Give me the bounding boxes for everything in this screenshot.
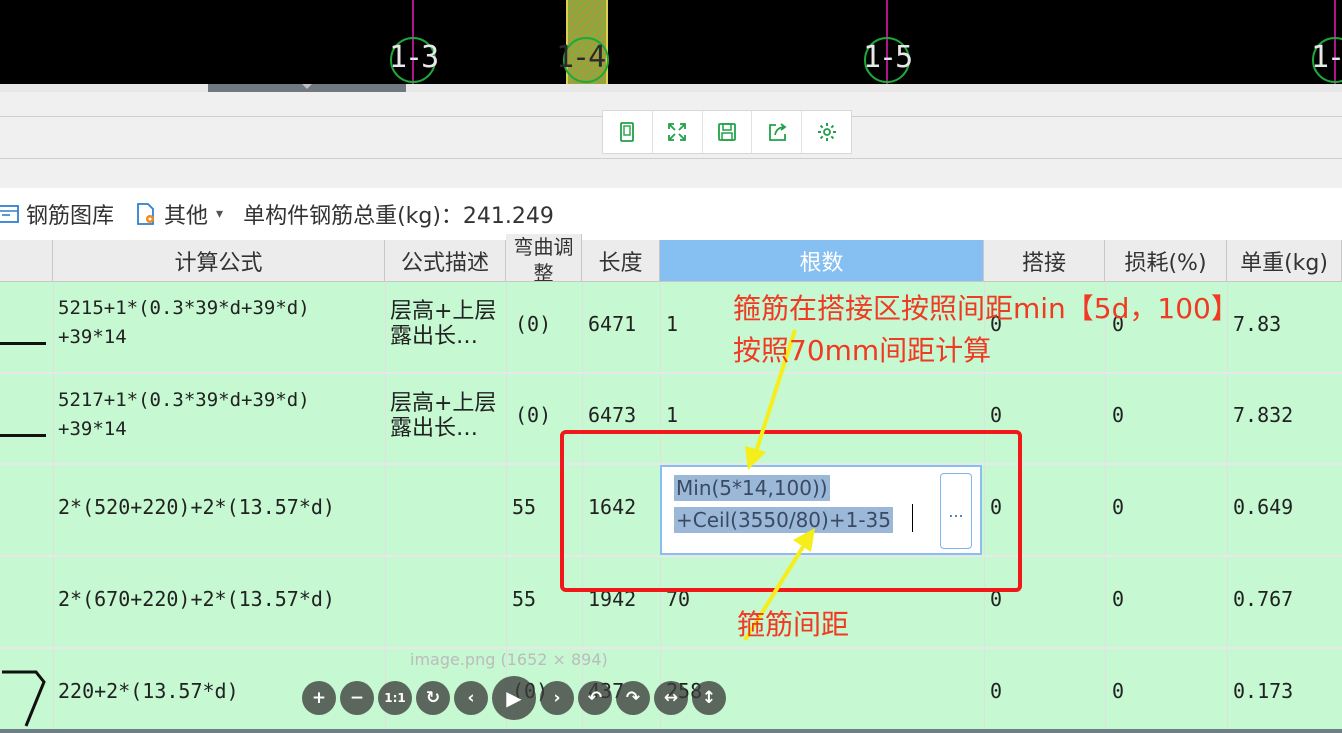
view-toolbar (602, 110, 852, 154)
cad-canvas[interactable]: 1-3 1-4 1-5 1- (0, 0, 1342, 84)
description-line: 露出长… (390, 324, 479, 349)
rebar-shape-hook (2, 670, 46, 727)
next-button[interactable]: › (540, 681, 574, 715)
rebar-library-button[interactable]: 钢筋图库 (0, 198, 114, 230)
column-header-formula[interactable]: 计算公式 (53, 240, 385, 282)
table-cell-count[interactable]: 1 (666, 403, 678, 427)
formula-line: +39*14 (58, 326, 127, 348)
table-cell-bend[interactable]: 55 (512, 495, 536, 519)
column-divider (385, 282, 386, 733)
highlight-box (560, 430, 1022, 592)
description-line: 层高+上层 (390, 391, 497, 416)
table-cell-bend[interactable]: (0) (515, 312, 551, 336)
table-cell-bend[interactable]: 55 (512, 587, 536, 611)
scrollbar-arrow-icon (302, 84, 312, 89)
column-header-description[interactable]: 公式描述 (385, 240, 506, 282)
flip-horizontal-button[interactable]: ↔ (654, 681, 688, 715)
settings-icon (817, 123, 836, 141)
row-divider (0, 372, 1342, 374)
column-header-unit-weight[interactable]: 单重(kg) (1227, 240, 1342, 282)
table-cell-length[interactable]: 6473 (588, 403, 636, 427)
rebar-shape-line (0, 342, 46, 345)
other-menu-button[interactable]: 其他 ▾ (134, 198, 223, 230)
rebar-shape-line (0, 434, 46, 437)
reset-button[interactable]: ↻ (416, 681, 450, 715)
formula-line: +39*14 (58, 418, 127, 440)
zoom-out-button[interactable]: − (340, 681, 374, 715)
fit-page-icon (620, 122, 635, 142)
image-viewer-toolbar: + − 1:1 ↻ ‹ ▶ › ↶ ↷ ↔ ↕ (302, 676, 730, 720)
column-header-count[interactable]: 根数 (660, 240, 984, 282)
image-caption: image.png (1652 × 894) (410, 650, 608, 669)
table-cell-unit-weight[interactable]: 0.173 (1233, 679, 1293, 703)
column-divider (1105, 282, 1106, 733)
axis-label: 1-3 (389, 40, 439, 75)
chevron-down-icon: ▾ (216, 206, 224, 222)
column-header-loss[interactable]: 损耗(%) (1105, 240, 1227, 282)
column-header-blank[interactable] (0, 240, 53, 282)
previous-button[interactable]: ‹ (454, 681, 488, 715)
formula-line: 5215+1*(0.3*39*d+39*d) (58, 297, 310, 319)
fullscreen-button[interactable] (653, 111, 703, 153)
settings-button[interactable] (802, 111, 851, 153)
annotation-text: 按照70mm间距计算 (733, 334, 992, 367)
table-cell-description[interactable]: 层高+上层 露出长… (390, 391, 496, 441)
export-icon (768, 123, 787, 141)
fit-page-button[interactable] (603, 111, 653, 153)
total-weight-text: 单构件钢筋总重(kg)：241.249 (243, 204, 554, 229)
table-cell-description[interactable]: 层高+上层 露出长… (390, 299, 496, 349)
formula-line: 5217+1*(0.3*39*d+39*d) (58, 389, 310, 411)
table-cell-loss[interactable]: 0 (1112, 679, 1124, 703)
save-icon (718, 123, 736, 141)
table-cell-unit-weight[interactable]: 0.649 (1233, 495, 1293, 519)
table-cell-unit-weight[interactable]: 7.83 (1233, 312, 1281, 336)
column-divider (1227, 282, 1228, 733)
axis-label: 1-4 (556, 40, 606, 75)
play-button[interactable]: ▶ (492, 676, 536, 720)
table-cell-loss[interactable]: 0 (1112, 403, 1124, 427)
table-cell-formula[interactable]: 2*(520+220)+2*(13.57*d) (58, 495, 335, 519)
rotate-left-button[interactable]: ↶ (578, 681, 612, 715)
library-icon (0, 205, 19, 223)
export-button[interactable] (752, 111, 803, 153)
save-button[interactable] (703, 111, 753, 153)
table-cell-formula[interactable]: 2*(670+220)+2*(13.57*d) (58, 587, 335, 611)
table-cell-unit-weight[interactable]: 7.832 (1233, 403, 1293, 427)
table-cell-count[interactable]: 1 (666, 312, 678, 336)
horizontal-scrollbar[interactable] (0, 84, 1342, 92)
table-cell-formula[interactable]: 220+2*(13.57*d) (58, 679, 239, 703)
description-line: 露出长… (390, 416, 479, 441)
table-cell-loss[interactable]: 0 (1112, 587, 1124, 611)
annotation-text: 箍筋在搭接区按照间距min【5d，100】 (733, 292, 1239, 325)
divider (0, 158, 1342, 159)
column-divider (53, 282, 54, 733)
annotation-text: 箍筋间距 (737, 608, 850, 641)
table-cell-formula[interactable]: 5217+1*(0.3*39*d+39*d) +39*14 (58, 386, 310, 444)
column-header-lap[interactable]: 搭接 (984, 240, 1105, 282)
rebar-toolbar: 钢筋图库 其他 ▾ 单构件钢筋总重(kg)：241.249 (0, 188, 1342, 240)
rebar-library-label: 钢筋图库 (26, 204, 115, 229)
flip-vertical-button[interactable]: ↕ (692, 681, 726, 715)
table-cell-lap[interactable]: 0 (990, 679, 1002, 703)
table-cell-unit-weight[interactable]: 0.767 (1233, 587, 1293, 611)
table-cell-formula[interactable]: 5215+1*(0.3*39*d+39*d) +39*14 (58, 294, 310, 352)
column-header-length[interactable]: 长度 (582, 240, 660, 282)
zoom-in-button[interactable]: + (302, 681, 336, 715)
table-cell-lap[interactable]: 0 (990, 403, 1002, 427)
column-header-bend[interactable]: 弯曲调整 (506, 234, 582, 282)
table-cell-bend[interactable]: (0) (515, 403, 551, 427)
table-cell-length[interactable]: 6471 (588, 312, 636, 336)
row-divider (0, 647, 1342, 649)
axis-label: 1-5 (863, 40, 913, 75)
table-cell-loss[interactable]: 0 (1112, 495, 1124, 519)
rotate-right-button[interactable]: ↷ (616, 681, 650, 715)
actual-size-button[interactable]: 1:1 (378, 681, 412, 715)
description-line: 层高+上层 (390, 299, 497, 324)
bottom-scrollbar[interactable] (0, 729, 1342, 733)
document-gear-icon (137, 203, 155, 225)
axis-label: 1- (1311, 40, 1342, 75)
fullscreen-icon (668, 123, 687, 141)
other-menu-label: 其他 (164, 204, 209, 229)
